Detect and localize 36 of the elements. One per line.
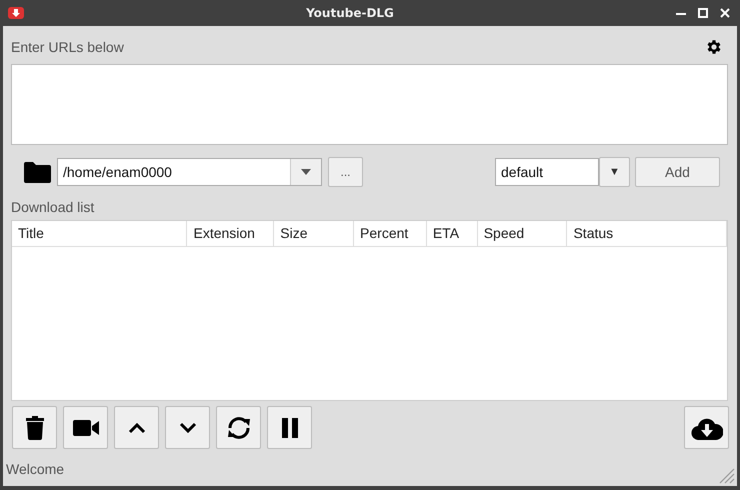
settings-icon[interactable] [705,38,723,56]
download-list-label: Download list [11,198,94,214]
status-bar-text: Welcome [6,461,64,477]
reload-button[interactable] [216,406,261,449]
pause-icon [280,418,298,438]
move-down-button[interactable] [165,406,210,449]
chevron-up-icon [128,422,146,434]
urls-field[interactable] [11,64,728,145]
add-button[interactable]: Add [635,157,720,187]
column-header[interactable]: Title [12,221,188,246]
resize-grip-icon[interactable] [717,466,735,484]
close-icon[interactable] [720,8,730,18]
format-dropdown-button[interactable]: ▼ [599,157,630,187]
app-icon [8,7,24,19]
caret-icon [301,169,311,175]
folder-icon[interactable] [24,161,51,183]
column-header[interactable]: Percent [354,221,427,246]
delete-button[interactable] [12,406,57,449]
column-header[interactable]: Extension [187,221,274,246]
column-header[interactable]: Speed [478,221,568,246]
column-header[interactable]: ETA [426,221,478,246]
maximize-icon[interactable] [698,8,708,18]
urls-label: Enter URLs below [11,39,124,55]
window-title: Youtube-DLG [305,6,395,20]
path-combo[interactable]: /home/enam0000 [57,158,322,186]
download-button[interactable] [684,406,729,449]
video-camera-icon [72,418,98,436]
column-header[interactable]: Status [567,221,727,246]
pause-button[interactable] [267,406,312,449]
format-field[interactable]: default [495,158,599,186]
video-button[interactable] [63,406,108,449]
trash-icon [26,416,44,440]
browse-button[interactable]: ... [328,157,363,187]
chevron-down-icon [178,422,196,434]
column-header[interactable]: Size [274,221,354,246]
move-up-button[interactable] [114,406,159,449]
